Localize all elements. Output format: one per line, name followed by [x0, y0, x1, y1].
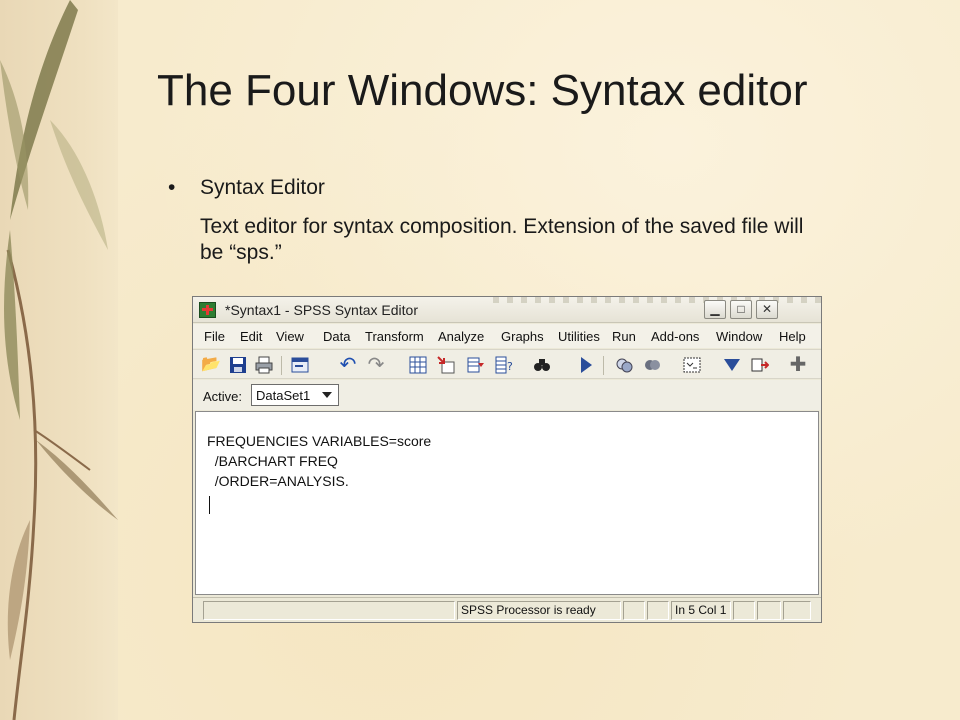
- goto-case-icon[interactable]: [409, 356, 427, 374]
- goto-variable-icon[interactable]: [437, 356, 455, 374]
- menu-edit[interactable]: Edit: [240, 329, 262, 344]
- slide-title: The Four Windows: Syntax editor: [157, 66, 808, 115]
- dialog-recall-icon[interactable]: [291, 356, 309, 374]
- text-cursor: [209, 496, 210, 514]
- redo-icon[interactable]: ↷: [367, 355, 385, 375]
- value-labels-icon[interactable]: [683, 356, 701, 374]
- run-icon[interactable]: [577, 356, 595, 374]
- bullet-marker: •: [168, 176, 176, 199]
- menu-data[interactable]: Data: [323, 329, 350, 344]
- menu-view[interactable]: View: [276, 329, 304, 344]
- active-label: Active:: [203, 389, 243, 404]
- menu-add-ons[interactable]: Add-ons: [651, 329, 699, 344]
- syntax-line: /BARCHART FREQ: [207, 453, 338, 469]
- add-icon[interactable]: ✚: [789, 355, 807, 375]
- svg-text:?: ?: [507, 360, 513, 373]
- save-icon[interactable]: [229, 356, 247, 374]
- maximize-button[interactable]: □: [730, 300, 752, 319]
- find-icon[interactable]: [533, 356, 551, 374]
- chevron-down-icon: [322, 392, 332, 398]
- status-cell-empty: [623, 601, 645, 620]
- toolbar-separator: [281, 356, 282, 375]
- menu-graphs[interactable]: Graphs: [501, 329, 544, 344]
- status-cell-empty: [757, 601, 781, 620]
- spss-app-icon[interactable]: [199, 302, 216, 318]
- menu-utilities[interactable]: Utilities: [558, 329, 600, 344]
- status-cell-empty: [647, 601, 669, 620]
- leaf-decoration: [0, 0, 118, 720]
- syntax-line: FREQUENCIES VARIABLES=score: [207, 433, 432, 449]
- toolbar: 📂 ↶ ↷ ? ✚: [193, 349, 821, 379]
- use-sets-icon[interactable]: [615, 356, 633, 374]
- syntax-help-icon[interactable]: ?: [495, 356, 513, 374]
- toolbar-separator: [603, 356, 604, 375]
- open-folder-icon[interactable]: 📂: [201, 356, 221, 374]
- minimize-button[interactable]: ▁: [704, 300, 726, 319]
- variables-icon[interactable]: [467, 356, 485, 374]
- undo-icon[interactable]: ↶: [339, 355, 357, 375]
- syntax-editor-area[interactable]: FREQUENCIES VARIABLES=score /BARCHART FR…: [195, 411, 819, 595]
- bullet-description: Text editor for syntax composition. Exte…: [200, 215, 804, 264]
- designate-icon[interactable]: [723, 356, 741, 374]
- active-dataset-bar: Active: DataSet1: [193, 380, 821, 410]
- close-button[interactable]: ✕: [756, 300, 778, 319]
- menu-transform[interactable]: Transform: [365, 329, 424, 344]
- processor-status: SPSS Processor is ready: [457, 601, 621, 620]
- menu-run[interactable]: Run: [612, 329, 636, 344]
- window-titlebar[interactable]: *Syntax1 - SPSS Syntax Editor ▁ □ ✕: [193, 297, 823, 323]
- menu-bar: File Edit View Data Transform Analyze Gr…: [193, 324, 821, 348]
- dataset-value: DataSet1: [256, 388, 311, 403]
- show-all-icon[interactable]: [643, 356, 661, 374]
- cursor-position: In 5 Col 1: [671, 601, 731, 620]
- menu-analyze[interactable]: Analyze: [438, 329, 484, 344]
- print-icon[interactable]: [255, 356, 273, 374]
- status-bar: SPSS Processor is ready In 5 Col 1: [193, 597, 821, 622]
- status-cell-empty: [733, 601, 755, 620]
- syntax-line: /ORDER=ANALYSIS.: [207, 473, 349, 489]
- active-dataset-select[interactable]: DataSet1: [251, 384, 339, 406]
- syntax-editor-window: *Syntax1 - SPSS Syntax Editor ▁ □ ✕ File…: [192, 296, 823, 623]
- menu-window[interactable]: Window: [716, 329, 762, 344]
- insert-cases-icon[interactable]: [751, 356, 770, 374]
- menu-file[interactable]: File: [204, 329, 225, 344]
- bullet-heading: Syntax Editor: [200, 176, 325, 199]
- window-title: *Syntax1 - SPSS Syntax Editor: [225, 302, 418, 318]
- menu-help[interactable]: Help: [779, 329, 806, 344]
- status-cell-empty: [203, 601, 455, 620]
- status-cell-empty: [783, 601, 811, 620]
